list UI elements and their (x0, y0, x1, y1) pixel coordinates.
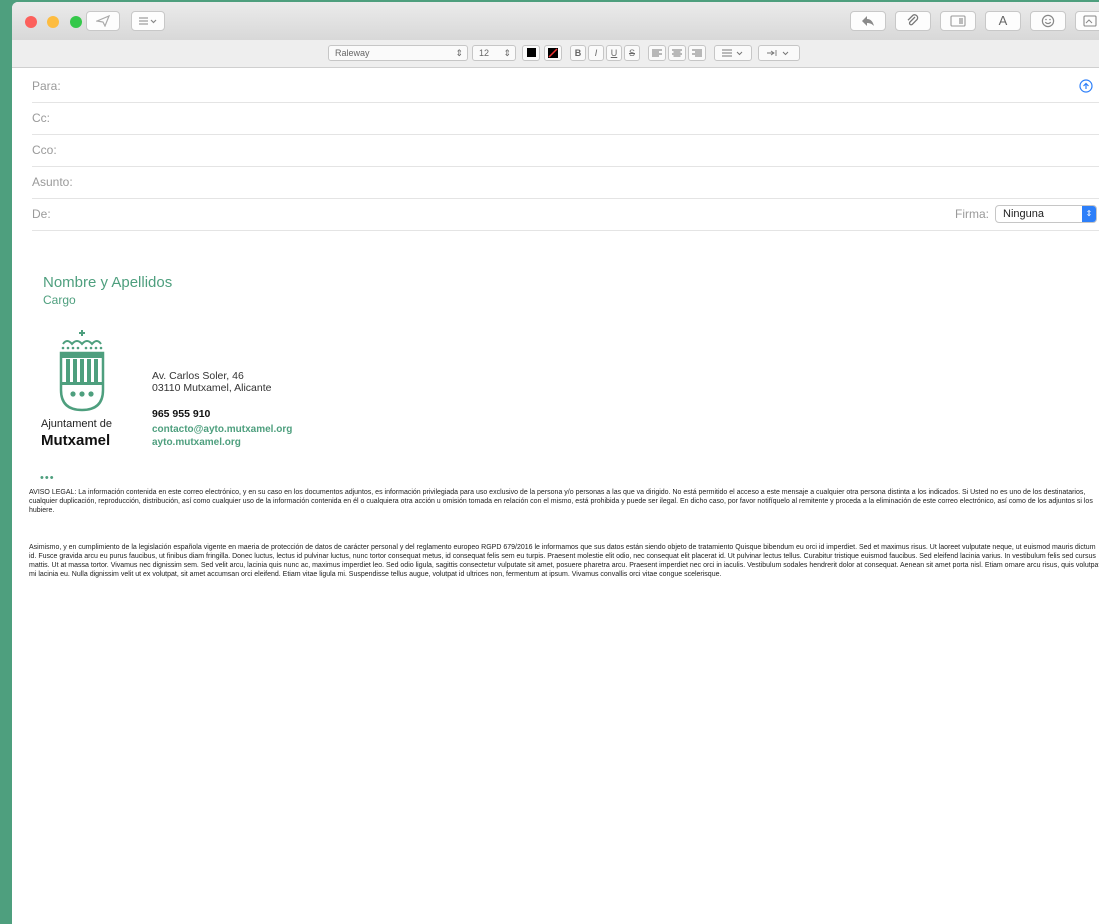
signature-select[interactable]: Ninguna ⇕ (995, 205, 1097, 223)
mail-compose-window: A Raleway ⇕ 12 ⇕ B I U S Para: Cc: Cco: … (12, 2, 1099, 924)
bcc-label: Cco: (32, 143, 57, 157)
font-size-select[interactable]: 12 ⇕ (472, 45, 516, 61)
list-style-button[interactable] (714, 45, 752, 61)
cc-field[interactable]: Cc: (32, 102, 1099, 135)
indent-button[interactable] (758, 45, 800, 61)
underline-button[interactable]: U (606, 45, 622, 61)
add-contact-icon (1083, 15, 1097, 27)
to-label: Para: (32, 79, 61, 93)
subject-label: Asunto: (32, 175, 73, 189)
align-left-button[interactable] (648, 45, 666, 61)
traffic-lights (25, 15, 88, 33)
stepper-icon: ⇕ (455, 48, 463, 58)
window-toolbar: A (12, 2, 1099, 40)
align-center-icon (672, 49, 682, 57)
align-right-button[interactable] (688, 45, 706, 61)
add-contact-icon[interactable] (1079, 79, 1093, 93)
format-toggle-button[interactable] (940, 11, 976, 31)
subject-field[interactable]: Asunto: (32, 166, 1099, 199)
emoji-icon (1041, 14, 1055, 28)
cc-label: Cc: (32, 111, 50, 125)
address-line-2: 03110 Mutxamel, Alicante (152, 382, 272, 394)
header-fields-icon (139, 17, 157, 25)
signature-role: Cargo (43, 293, 76, 307)
to-field[interactable]: Para: (32, 70, 1099, 103)
align-center-button[interactable] (668, 45, 686, 61)
header-fields-button[interactable] (131, 11, 165, 31)
email-link[interactable]: contacto@ayto.mutxamel.org (152, 424, 292, 435)
format-bar: Raleway ⇕ 12 ⇕ B I U S (12, 40, 1099, 68)
address-line-1: Av. Carlos Soler, 46 (152, 370, 244, 382)
signature-label: Firma: (955, 207, 989, 221)
align-left-icon (652, 49, 662, 57)
zoom-window-button[interactable] (69, 16, 82, 28)
logo-caption: Ajuntament de (41, 418, 112, 430)
stepper-icon: ⇕ (503, 48, 511, 58)
close-window-button[interactable] (25, 16, 37, 28)
text-color-button[interactable] (522, 45, 540, 61)
fonts-button[interactable]: A (985, 11, 1021, 31)
phone-number: 965 955 910 (152, 408, 211, 420)
photo-browser-icon (950, 15, 966, 27)
signature-value: Ninguna (1003, 208, 1044, 220)
attach-button[interactable] (895, 11, 931, 31)
strikethrough-button[interactable]: S (624, 45, 640, 61)
font-family-value: Raleway (335, 48, 370, 58)
legal-notice: AVISO LEGAL: La información contenida en… (29, 489, 1093, 514)
website-link[interactable]: ayto.mutxamel.org (152, 437, 241, 448)
list-icon (722, 49, 743, 57)
send-button[interactable] (86, 11, 120, 31)
logo-town-name: Mutxamel (41, 432, 111, 449)
attachment-icon (907, 14, 919, 26)
signature-dots: ••• (40, 472, 55, 484)
town-crest-logo (59, 330, 105, 412)
from-field[interactable]: De: Firma: Ninguna ⇕ (32, 198, 1099, 231)
emoji-button[interactable] (1030, 11, 1066, 31)
stepper-icon: ⇕ (1082, 206, 1096, 222)
reply-button[interactable] (850, 11, 886, 31)
highlight-slash-icon (548, 48, 558, 58)
reply-icon (862, 16, 874, 26)
signature-name: Nombre y Apellidos (43, 274, 173, 291)
privacy-notice: Asimismo, y en cumplimiento de la legisl… (29, 544, 1099, 578)
indent-icon (767, 50, 789, 56)
font-size-value: 12 (479, 48, 490, 58)
bcc-field[interactable]: Cco: (32, 134, 1099, 167)
bold-button[interactable]: B (570, 45, 586, 61)
photo-browser-button[interactable] (1075, 11, 1099, 31)
font-family-select[interactable]: Raleway ⇕ (328, 45, 468, 61)
highlight-color-button[interactable] (544, 45, 562, 61)
send-icon (94, 14, 111, 28)
from-label: De: (32, 207, 51, 221)
color-swatch-icon (526, 48, 536, 57)
minimize-window-button[interactable] (47, 16, 60, 28)
italic-button[interactable]: I (588, 45, 604, 61)
align-right-icon (692, 49, 702, 57)
